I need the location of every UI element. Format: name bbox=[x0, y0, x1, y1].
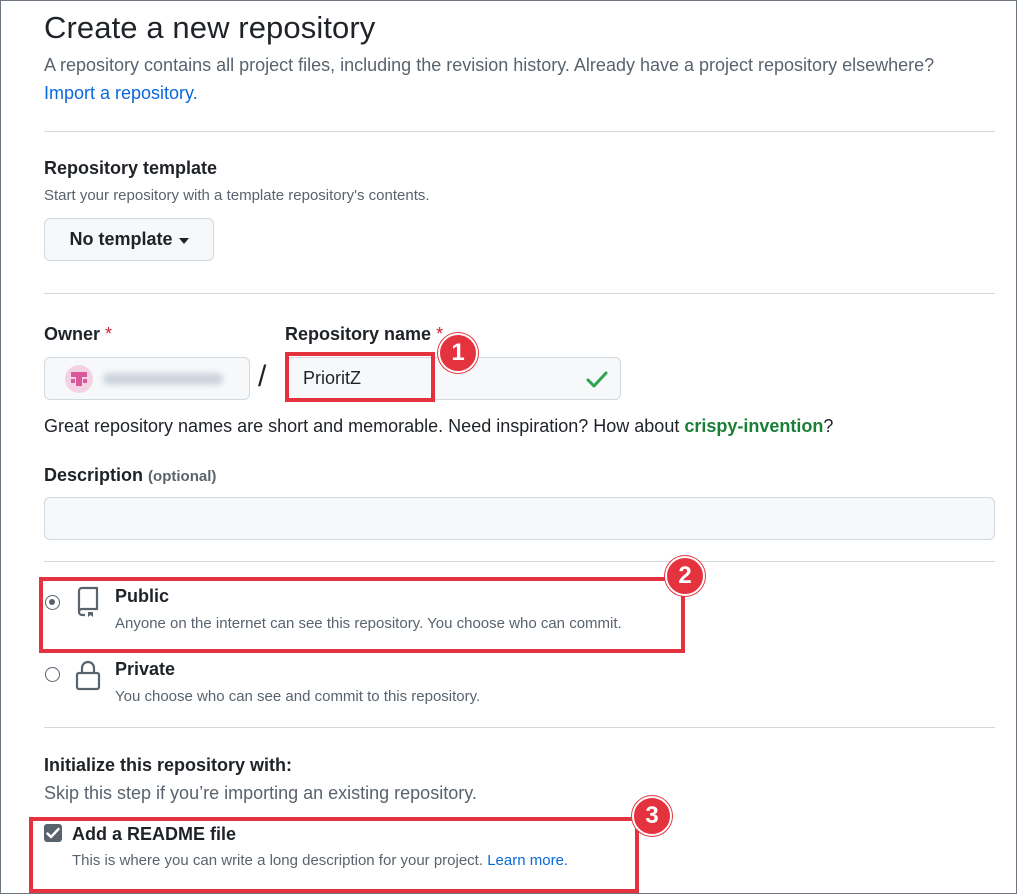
template-dropdown-button[interactable]: No template bbox=[44, 218, 214, 261]
template-label: Repository template bbox=[44, 158, 218, 178]
owner-repo-separator: / bbox=[258, 360, 267, 393]
owner-label-text: Owner bbox=[44, 324, 101, 344]
private-description: You choose who can see and commit to thi… bbox=[115, 688, 481, 705]
visibility-private-radio[interactable] bbox=[45, 667, 60, 682]
helper-text-end: ? bbox=[823, 416, 834, 436]
helper-text: Great repository names are short and mem… bbox=[44, 416, 685, 436]
repo-name-label-text: Repository name bbox=[285, 324, 432, 344]
private-title: Private bbox=[115, 659, 176, 679]
optional-tag: (optional) bbox=[148, 468, 217, 485]
init-title: Initialize this repository with: bbox=[44, 755, 293, 775]
annotation-badge-3: 3 bbox=[632, 796, 672, 836]
check-icon bbox=[586, 371, 608, 388]
description-input[interactable] bbox=[44, 497, 995, 540]
name-suggestion-link[interactable]: crispy-invention bbox=[684, 416, 823, 436]
annotation-badge-1: 1 bbox=[438, 333, 478, 373]
page-subtitle: A repository contains all project files,… bbox=[44, 55, 935, 75]
owner-avatar bbox=[65, 364, 93, 393]
template-button-label: No template bbox=[69, 229, 173, 249]
divider bbox=[44, 727, 995, 728]
annotation-box-1 bbox=[285, 352, 435, 402]
template-hint: Start your repository with a template re… bbox=[44, 187, 430, 204]
required-mark: * bbox=[105, 324, 113, 344]
divider bbox=[44, 293, 995, 294]
owner-select[interactable] bbox=[44, 357, 250, 400]
divider bbox=[44, 561, 995, 562]
description-label-text: Description bbox=[44, 465, 144, 485]
divider bbox=[44, 131, 995, 132]
owner-name-redacted bbox=[103, 372, 223, 385]
import-repository-link[interactable]: Import a repository. bbox=[44, 83, 198, 104]
identicon-icon bbox=[71, 371, 87, 386]
caret-down-icon bbox=[178, 237, 189, 244]
repo-name-label: Repository name * bbox=[285, 324, 443, 345]
annotation-box-2 bbox=[39, 577, 685, 653]
lock-icon bbox=[75, 660, 101, 691]
description-label: Description (optional) bbox=[44, 465, 216, 486]
annotation-badge-2: 2 bbox=[665, 556, 705, 596]
repo-name-helper: Great repository names are short and mem… bbox=[44, 416, 833, 437]
annotation-box-3 bbox=[29, 817, 639, 893]
init-hint: Skip this step if you’re importing an ex… bbox=[44, 783, 477, 803]
page-title: Create a new repository bbox=[44, 10, 376, 45]
owner-label: Owner * bbox=[44, 324, 112, 345]
